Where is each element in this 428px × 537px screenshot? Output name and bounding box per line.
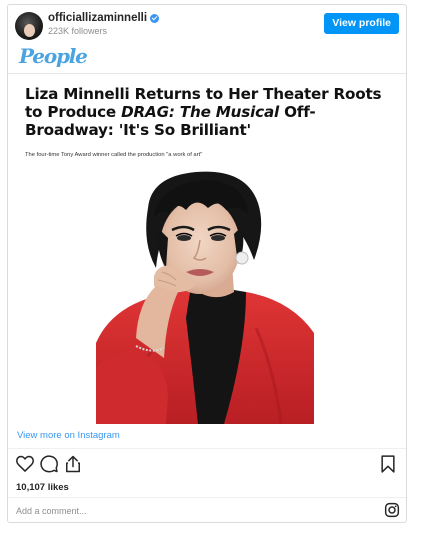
instagram-icon[interactable] (384, 502, 400, 518)
follower-count: 223K followers (48, 26, 108, 36)
portrait-photo (96, 168, 314, 424)
add-comment-link[interactable]: Add a comment... (16, 506, 87, 516)
username-row: officiallizaminnelli (48, 12, 160, 24)
action-bar (8, 452, 406, 478)
post-header: officiallizaminnelli 223K followers View… (8, 5, 406, 41)
article-subhead: The four-time Tony Award winner called t… (25, 152, 203, 158)
verified-badge-icon (150, 13, 160, 23)
view-profile-button[interactable]: View profile (324, 13, 399, 34)
comment-row: Add a comment... (8, 498, 406, 524)
article-headline: Liza Minnelli Returns to Her Theater Roo… (25, 85, 382, 139)
share-icon[interactable] (63, 454, 83, 474)
post-media[interactable]: People Liza Minnelli Returns to Her Thea… (8, 42, 406, 425)
view-more-link[interactable]: View more on Instagram (17, 430, 120, 441)
like-count[interactable]: 10,107 likes (16, 482, 69, 493)
avatar[interactable] (15, 12, 43, 40)
heart-icon[interactable] (15, 454, 35, 474)
people-logo: People (19, 44, 88, 68)
username-link[interactable]: officiallizaminnelli (48, 12, 147, 24)
comment-icon[interactable] (39, 454, 59, 474)
divider (8, 448, 406, 449)
instagram-embed: officiallizaminnelli 223K followers View… (7, 4, 407, 523)
logo-divider (8, 73, 406, 74)
bookmark-icon[interactable] (378, 454, 398, 474)
